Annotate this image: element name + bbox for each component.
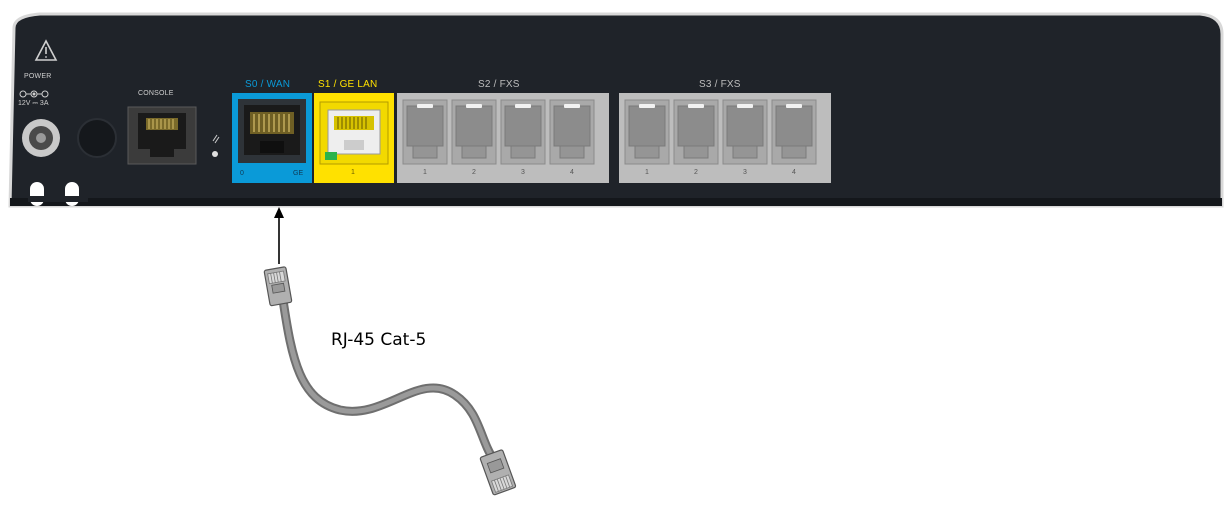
s2-fxs-port-4[interactable] bbox=[549, 99, 595, 165]
s3-fxs-port-number: 4 bbox=[792, 169, 796, 176]
device-illustration bbox=[8, 12, 1224, 496]
s1-lan-port-number: 1 bbox=[351, 169, 355, 176]
s0-wan-port[interactable] bbox=[244, 105, 300, 155]
s3-fxs-label: S3 / FXS bbox=[699, 79, 741, 90]
link-led bbox=[325, 152, 337, 160]
console-port[interactable] bbox=[127, 106, 197, 165]
s2-fxs-port-3[interactable] bbox=[500, 99, 546, 165]
s2-fxs-port-2[interactable] bbox=[451, 99, 497, 165]
s3-fxs-port-number: 3 bbox=[743, 169, 747, 176]
s1-lan-label: S1 / GE LAN bbox=[318, 79, 378, 90]
s2-fxs-port-1[interactable] bbox=[402, 99, 448, 165]
s1-lan-port[interactable] bbox=[319, 101, 389, 165]
diagram-canvas: POWER 12V ⎓ 3A CONSOLE S0 / WAN 0 GE S1 … bbox=[0, 0, 1229, 506]
rj45-cable bbox=[263, 266, 517, 496]
console-label: CONSOLE bbox=[138, 90, 174, 97]
power-rating: 12V ⎓ 3A bbox=[18, 100, 49, 107]
s0-wan-label: S0 / WAN bbox=[245, 79, 291, 90]
s3-fxs-port-4[interactable] bbox=[771, 99, 817, 165]
connection-arrow bbox=[274, 207, 284, 264]
chassis-bottom-edge bbox=[10, 198, 1222, 206]
s2-fxs-port-number: 4 bbox=[570, 169, 574, 176]
s0-wan-right-text: GE bbox=[293, 170, 304, 177]
s2-fxs-port-number: 2 bbox=[472, 169, 476, 176]
s2-fxs-label: S2 / FXS bbox=[478, 79, 520, 90]
cable-label: RJ-45 Cat-5 bbox=[331, 330, 427, 350]
s2-fxs-port-number: 1 bbox=[423, 169, 427, 176]
s2-fxs-port-number: 3 bbox=[521, 169, 525, 176]
power-label: POWER bbox=[24, 73, 52, 80]
rj45-plug-top bbox=[263, 266, 293, 307]
s3-fxs-port-number: 1 bbox=[645, 169, 649, 176]
rj45-plug-bottom bbox=[479, 449, 517, 496]
s3-fxs-port-2[interactable] bbox=[673, 99, 719, 165]
power-jack bbox=[22, 119, 60, 157]
s3-fxs-port-1[interactable] bbox=[624, 99, 670, 165]
s3-fxs-port-number: 2 bbox=[694, 169, 698, 176]
reset-button[interactable] bbox=[77, 118, 117, 158]
s0-wan-left-text: 0 bbox=[240, 170, 244, 177]
s3-fxs-port-3[interactable] bbox=[722, 99, 768, 165]
